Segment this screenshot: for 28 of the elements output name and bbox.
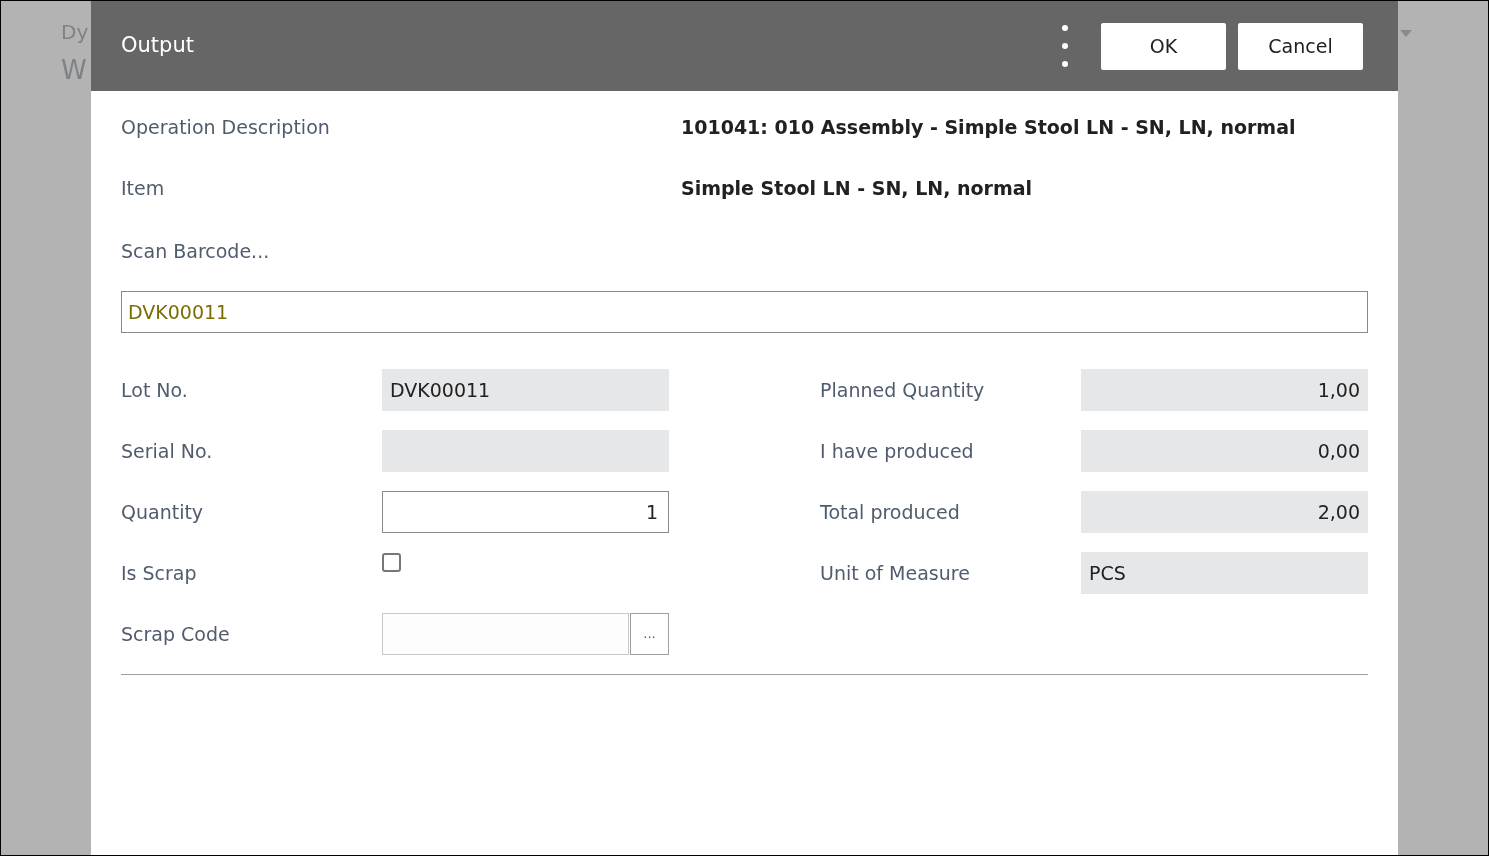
field-value: 101041: 010 Assembly - Simple Stool LN - SN, LN, normal bbox=[681, 115, 1296, 140]
read-only-field: DVK00011 bbox=[382, 369, 669, 411]
dialog-button[interactable]: OK bbox=[1101, 22, 1226, 70]
field-label: Quantity bbox=[121, 499, 205, 525]
field-value: Simple Stool LN - SN, LN, normal bbox=[681, 176, 1033, 201]
read-only-field: 1,00 bbox=[1081, 369, 1368, 411]
read-only-field: 2,00 bbox=[1081, 491, 1368, 533]
scrap-code-field[interactable] bbox=[382, 613, 629, 655]
dialog-button[interactable]: Cancel bbox=[1238, 22, 1363, 70]
dialog-title: Output bbox=[121, 32, 195, 60]
field-label: Operation Description bbox=[121, 115, 331, 140]
checkbox[interactable] bbox=[382, 553, 401, 572]
field-label: Lot No. bbox=[121, 377, 189, 403]
field-label: Planned Quantity bbox=[820, 377, 986, 403]
field-label: Item bbox=[121, 176, 166, 201]
more-options-icon[interactable] bbox=[1061, 24, 1069, 68]
field-label: Is Scrap bbox=[121, 560, 198, 586]
field-label: Scrap Code bbox=[121, 621, 231, 647]
field-label: Total produced bbox=[820, 499, 961, 525]
read-only-field: 0,00 bbox=[1081, 430, 1368, 472]
field-label: I have produced bbox=[820, 438, 975, 464]
barcode-field[interactable]: DVK00011 bbox=[121, 291, 1368, 333]
field-label: Unit of Measure bbox=[820, 560, 971, 586]
field-label: Scan Barcode... bbox=[121, 239, 271, 264]
quantity-field[interactable]: 1 bbox=[382, 491, 669, 533]
field-label: Serial No. bbox=[121, 438, 214, 464]
lookup-button[interactable]: ... bbox=[630, 613, 669, 655]
read-only-field: PCS bbox=[1081, 552, 1368, 594]
